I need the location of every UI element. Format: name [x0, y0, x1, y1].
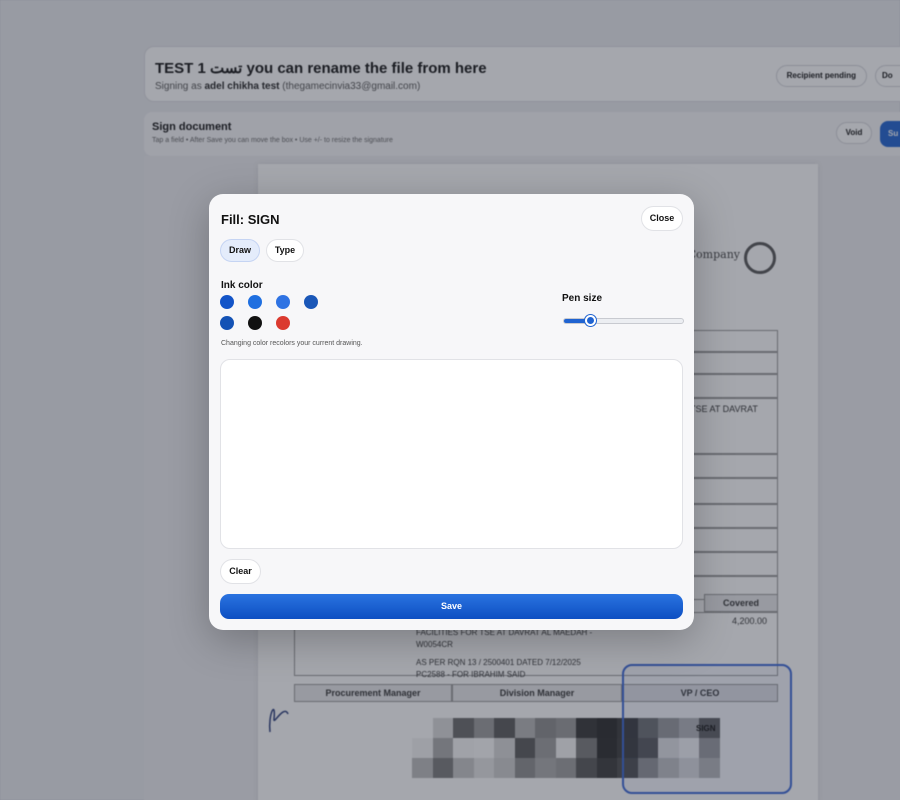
ink-color-label: Ink color — [221, 280, 263, 291]
close-button[interactable]: Close — [641, 206, 683, 231]
ink-color-swatch-2[interactable] — [248, 295, 262, 309]
ink-color-swatch-black[interactable] — [248, 316, 262, 330]
pen-size-label: Pen size — [562, 293, 603, 304]
ink-color-swatch-4[interactable] — [304, 295, 318, 309]
tab-draw[interactable]: Draw — [220, 239, 260, 262]
modal-title: Fill: SIGN — [221, 212, 280, 227]
clear-button[interactable]: Clear — [220, 559, 261, 584]
tab-type[interactable]: Type — [266, 239, 304, 262]
ink-color-swatch-red[interactable] — [276, 316, 290, 330]
ink-color-swatch-1[interactable] — [220, 295, 234, 309]
ink-color-swatch-5[interactable] — [220, 316, 234, 330]
ink-color-hint: Changing color recolors your current dra… — [221, 340, 363, 347]
pen-size-slider[interactable] — [563, 315, 684, 326]
signature-modal: Fill: SIGN Close Draw Type Ink color Cha… — [209, 194, 694, 630]
save-button[interactable]: Save — [220, 594, 683, 619]
ink-color-swatch-3[interactable] — [276, 295, 290, 309]
signature-drawing-canvas[interactable] — [220, 359, 683, 549]
pen-size-slider-thumb[interactable] — [585, 315, 597, 326]
